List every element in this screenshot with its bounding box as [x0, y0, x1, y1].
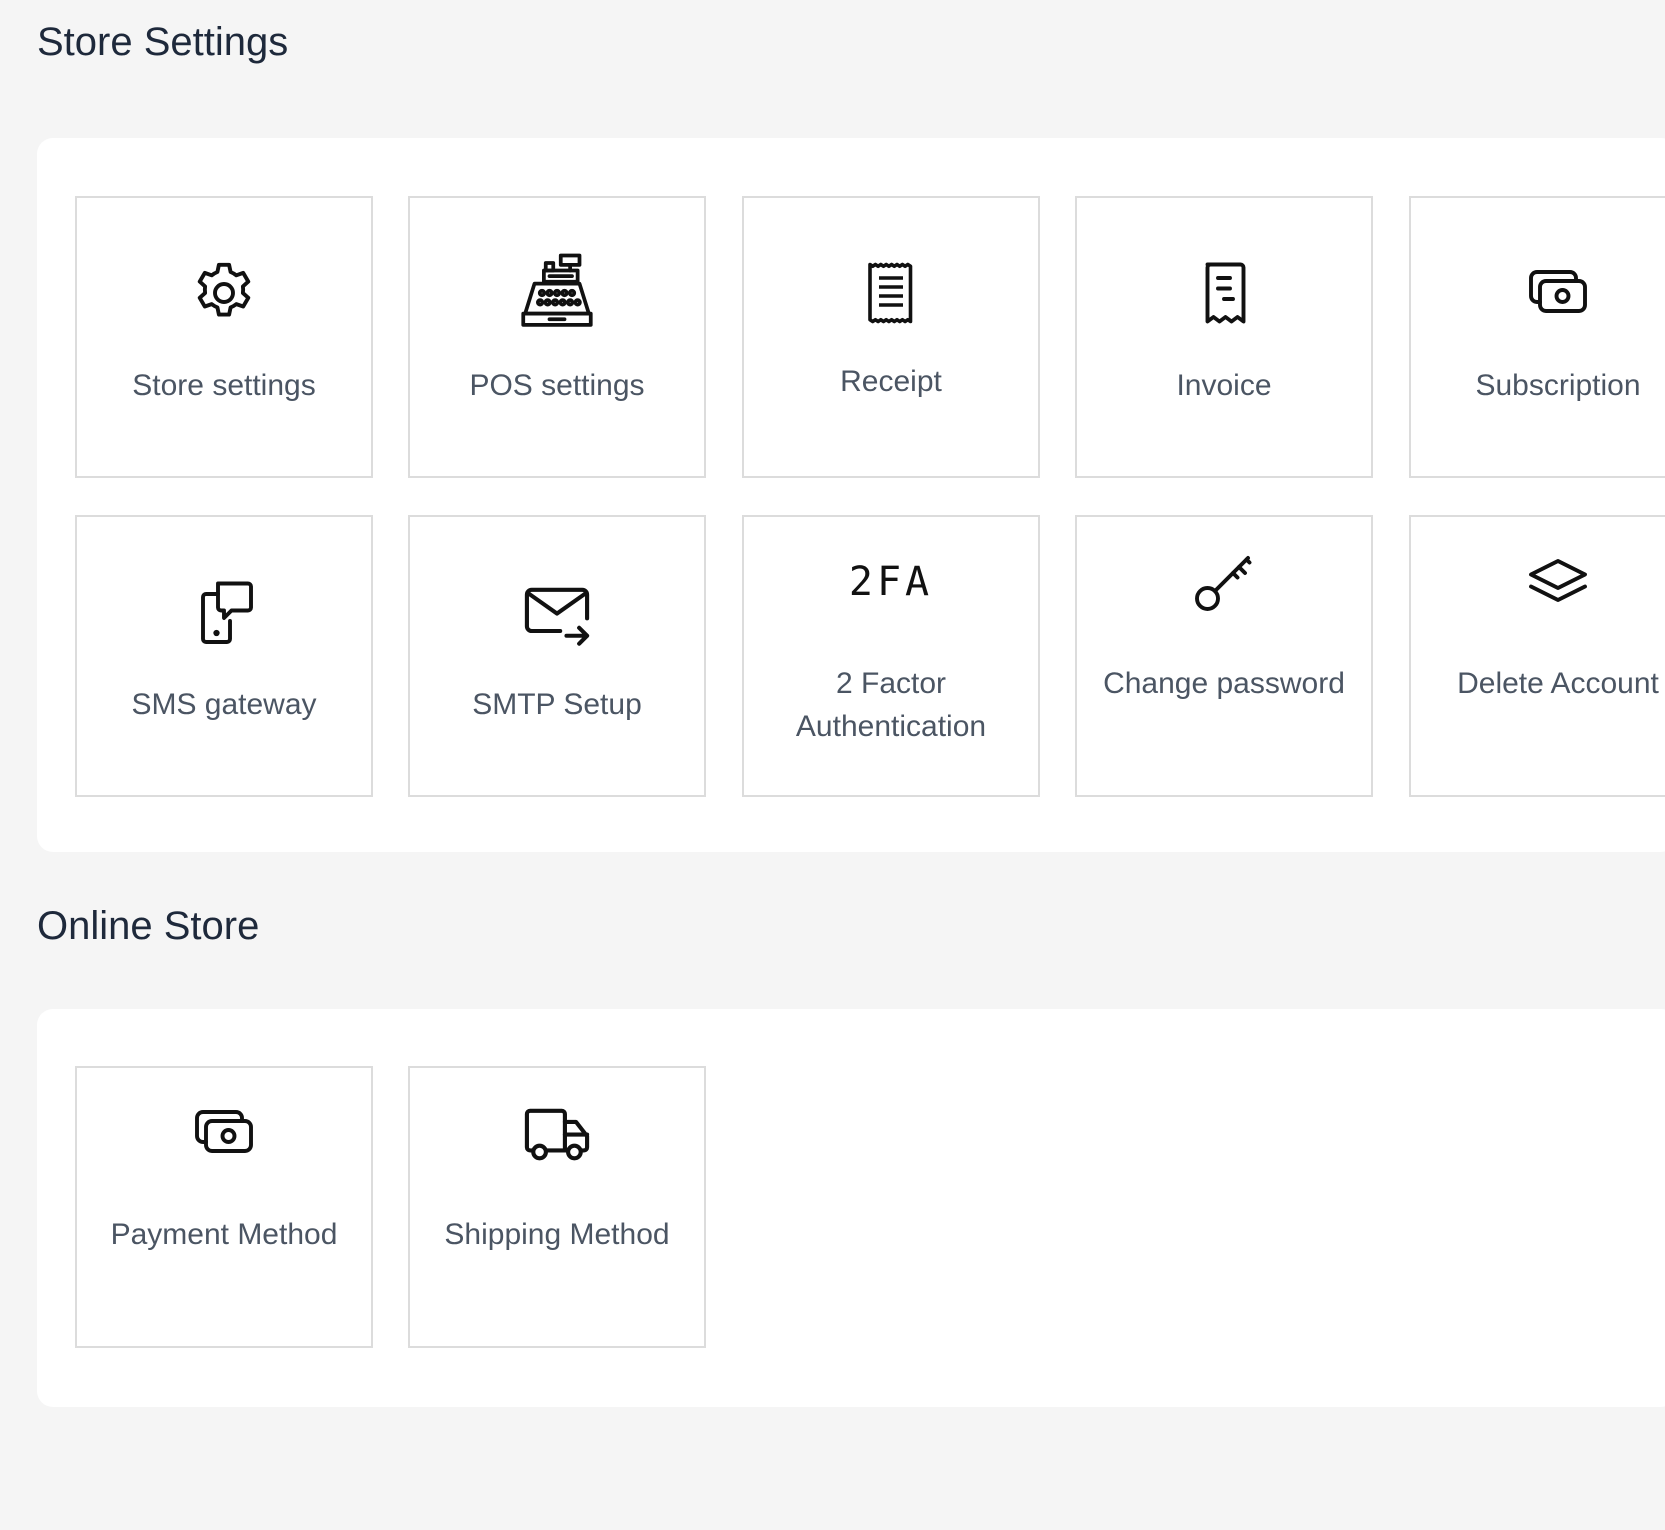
gear-icon	[77, 248, 371, 338]
tile-subscription[interactable]: Subscription	[1409, 196, 1665, 478]
cash-register-icon	[410, 248, 704, 338]
tile-receipt[interactable]: Receipt	[742, 196, 1040, 478]
tile-delete-account[interactable]: Delete Account	[1409, 515, 1665, 797]
tile-sms-gateway[interactable]: SMS gateway	[75, 515, 373, 797]
tile-label: Payment Method	[110, 1218, 338, 1251]
receipt-icon	[744, 248, 1038, 338]
sms-phone-icon	[77, 567, 371, 657]
invoice-icon	[1077, 248, 1371, 338]
online-store-title: Online Store	[37, 904, 260, 948]
truck-icon	[410, 1088, 704, 1178]
layers-icon	[1411, 537, 1665, 627]
tile-payment-method[interactable]: Payment Method	[75, 1066, 373, 1348]
two-factor-icon-text: 2FA	[848, 559, 934, 605]
tile-label: Invoice	[1176, 369, 1272, 402]
tile-label: Shipping Method	[444, 1218, 670, 1251]
tile-label: Subscription	[1475, 369, 1641, 402]
cash-icon	[77, 1088, 371, 1178]
online-store-panel: Payment Method Shipping Method	[37, 1009, 1665, 1407]
key-icon	[1077, 537, 1371, 627]
tile-label: POS settings	[469, 369, 645, 402]
tile-label: SMTP Setup	[472, 688, 642, 721]
tile-label: Change password	[1103, 667, 1345, 700]
mail-send-icon	[410, 567, 704, 657]
tile-pos-settings[interactable]: POS settings	[408, 196, 706, 478]
tile-2-factor-authentication[interactable]: 2FA 2 Factor Authentication	[742, 515, 1040, 797]
tile-invoice[interactable]: Invoice	[1075, 196, 1373, 478]
tile-label: Receipt	[840, 365, 942, 398]
tile-label: SMS gateway	[131, 688, 317, 721]
tile-store-settings[interactable]: Store settings	[75, 196, 373, 478]
tile-smtp-setup[interactable]: SMTP Setup	[408, 515, 706, 797]
tile-shipping-method[interactable]: Shipping Method	[408, 1066, 706, 1348]
tile-label: 2 Factor Authentication	[795, 667, 987, 743]
tile-change-password[interactable]: Change password	[1075, 515, 1373, 797]
tile-label: Delete Account	[1457, 667, 1659, 700]
two-factor-icon: 2FA	[744, 537, 1038, 627]
cash-icon	[1411, 248, 1665, 338]
store-settings-title: Store Settings	[37, 20, 289, 64]
store-settings-panel: Store settings POS settings Receipt Invo…	[37, 138, 1665, 852]
tile-label: Store settings	[132, 369, 316, 402]
